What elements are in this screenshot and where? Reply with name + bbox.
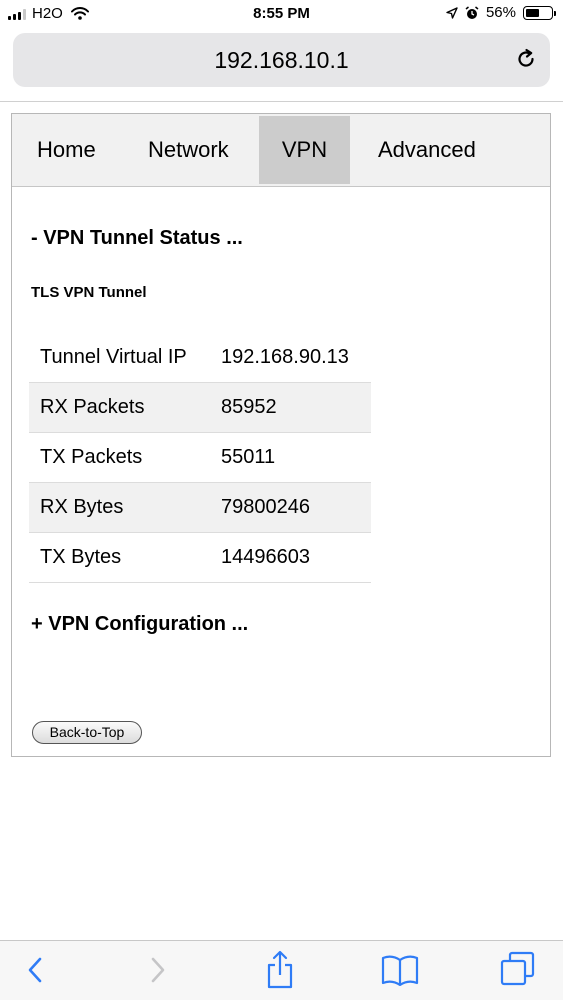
tabs-icon[interactable] (500, 951, 536, 987)
table-row: RX Bytes 79800246 (29, 482, 371, 533)
vpn-tunnel-status-toggle[interactable]: - VPN Tunnel Status ... (31, 227, 243, 250)
browser-toolbar (0, 940, 563, 1000)
table-row: TX Packets 55011 (29, 432, 371, 483)
forward-icon[interactable] (148, 955, 168, 985)
battery-icon (523, 5, 556, 20)
row-label: RX Bytes (29, 482, 221, 533)
tab-network[interactable]: Network (148, 116, 229, 184)
address-bar[interactable]: 192.168.10.1 (13, 33, 550, 87)
location-arrow-icon (446, 6, 458, 19)
url-text[interactable]: 192.168.10.1 (13, 47, 550, 74)
row-label: TX Packets (29, 432, 221, 483)
back-to-top-button[interactable]: Back-to-Top (32, 721, 142, 744)
table-row: Tunnel Virtual IP 192.168.90.13 (29, 333, 371, 383)
table-row: TX Bytes 14496603 (29, 532, 371, 583)
row-value: 79800246 (221, 482, 371, 533)
table-row: RX Packets 85952 (29, 382, 371, 433)
tunnel-type-heading: TLS VPN Tunnel (31, 284, 147, 301)
row-value: 55011 (221, 432, 371, 483)
back-icon[interactable] (25, 955, 45, 985)
status-right: 56% (446, 4, 556, 21)
header-divider (0, 101, 563, 102)
battery-percent: 56% (485, 4, 516, 21)
tab-home[interactable]: Home (37, 116, 96, 184)
share-icon[interactable] (265, 949, 295, 989)
alarm-icon (465, 5, 479, 19)
status-bar: H2O 8:55 PM 56% (0, 0, 563, 30)
row-value: 85952 (221, 382, 371, 433)
bookmarks-icon[interactable] (381, 954, 419, 986)
vpn-configuration-toggle[interactable]: + VPN Configuration ... (31, 613, 248, 636)
nav-tabs: Home Network VPN Advanced (12, 114, 550, 187)
row-label: TX Bytes (29, 532, 221, 583)
row-label: RX Packets (29, 382, 221, 433)
row-value: 14496603 (221, 532, 371, 583)
tab-vpn[interactable]: VPN (259, 116, 350, 184)
row-value: 192.168.90.13 (221, 333, 371, 383)
router-page: Home Network VPN Advanced - VPN Tunnel S… (11, 113, 551, 757)
reload-icon[interactable] (514, 47, 538, 71)
row-label: Tunnel Virtual IP (29, 333, 221, 383)
vpn-stats-table: Tunnel Virtual IP 192.168.90.13 RX Packe… (29, 333, 371, 583)
tab-advanced[interactable]: Advanced (378, 116, 476, 184)
